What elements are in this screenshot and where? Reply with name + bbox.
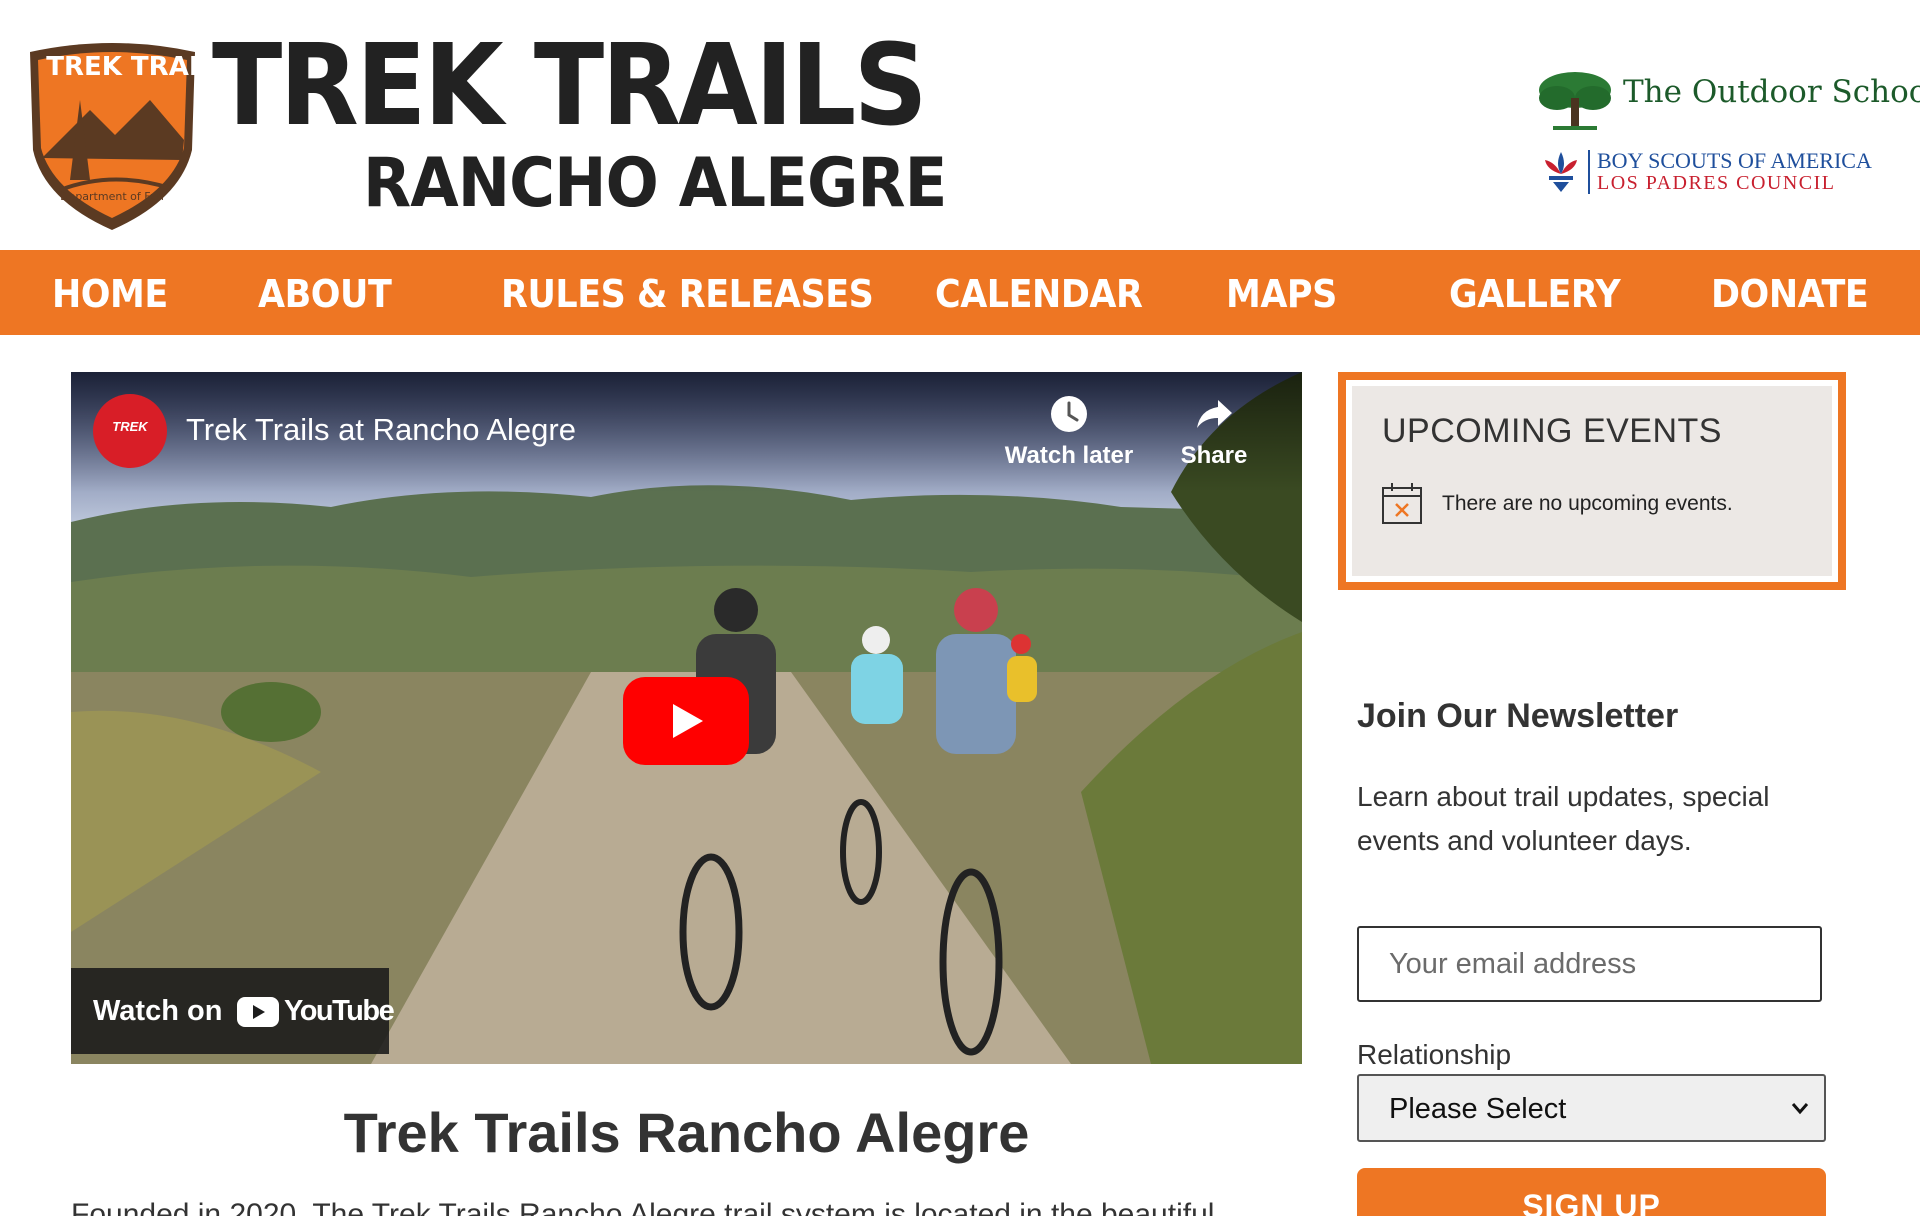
- newsletter-title: Join Our Newsletter: [1357, 697, 1679, 735]
- newsletter-description: Learn about trail updates, special event…: [1357, 781, 1770, 856]
- trek-trails-logo[interactable]: TREK TRAILS Department of Fun: [20, 40, 205, 232]
- partner-bsa-line1: BOY SCOUTS OF AMERICA: [1597, 148, 1872, 173]
- relationship-select[interactable]: Please Select: [1357, 1074, 1826, 1142]
- partner-bsa[interactable]: BOY SCOUTS OF AMERICA LOS PADRES COUNCIL: [1541, 148, 1901, 200]
- chevron-down-icon: [1791, 1103, 1809, 1115]
- events-panel: UPCOMING EVENTS There are no upcoming ev…: [1352, 386, 1832, 576]
- intro-paragraph: Founded in 2020, The Trek Trails Rancho …: [71, 1198, 1215, 1216]
- share-label: Share: [1180, 442, 1248, 469]
- watch-on-youtube-button[interactable]: Watch on YouTube: [71, 968, 395, 1054]
- email-field[interactable]: [1357, 926, 1822, 1002]
- events-empty-message: There are no upcoming events.: [1442, 492, 1733, 515]
- main-nav: HOME ABOUT RULES & RELEASES CALENDAR MAP…: [0, 250, 1920, 335]
- channel-badge-text: TREK: [112, 419, 148, 434]
- nav-item-donate[interactable]: DONATE: [1711, 250, 1869, 335]
- nav-item-calendar[interactable]: CALENDAR: [935, 250, 1143, 335]
- nav-item-home[interactable]: HOME: [52, 250, 168, 335]
- bsa-divider: [1588, 150, 1590, 194]
- play-icon: [673, 704, 703, 738]
- partner-bsa-line2: LOS PADRES COUNCIL: [1597, 172, 1836, 194]
- nav-item-maps[interactable]: MAPS: [1226, 250, 1337, 335]
- relationship-selected-value: Please Select: [1389, 1093, 1567, 1125]
- channel-avatar[interactable]: TREK: [93, 394, 167, 468]
- youtube-embed[interactable]: TREK Trek Trails at Rancho Alegre Watch …: [71, 372, 1302, 1064]
- watch-later-button[interactable]: Watch later: [999, 394, 1139, 470]
- share-button[interactable]: Share: [1144, 394, 1284, 470]
- watch-later-label: Watch later: [1004, 442, 1134, 469]
- tree-icon: [1539, 72, 1611, 130]
- brand-subtitle: RANCHO ALEGRE: [363, 144, 947, 223]
- nav-item-rules-releases[interactable]: RULES & RELEASES: [501, 250, 874, 335]
- calendar-empty-icon: [1382, 483, 1422, 524]
- site-header: TREK TRAILS Department of Fun TREK TRAIL…: [0, 0, 1920, 250]
- youtube-play-icon: [237, 997, 279, 1027]
- upcoming-events-widget: UPCOMING EVENTS There are no upcoming ev…: [1338, 372, 1846, 590]
- relationship-label: Relationship: [1357, 1039, 1512, 1070]
- brand-title[interactable]: TREK TRAILS: [212, 30, 928, 142]
- watch-on-label: Watch on: [93, 995, 223, 1027]
- logo-subtext: Department of Fun: [60, 190, 164, 203]
- video-title[interactable]: Trek Trails at Rancho Alegre: [186, 412, 576, 448]
- page-heading: Trek Trails Rancho Alegre: [343, 1101, 1030, 1164]
- partner-outdoor-label: The Outdoor School: [1623, 74, 1920, 110]
- fleur-de-lis-icon: [1545, 152, 1577, 192]
- nav-item-about[interactable]: ABOUT: [258, 250, 392, 335]
- signup-button[interactable]: SIGN UP: [1357, 1168, 1826, 1216]
- partner-outdoor-school[interactable]: The Outdoor School: [1535, 68, 1920, 138]
- share-icon: [1197, 400, 1232, 428]
- logo-text-line1: TREK TRAILS: [46, 52, 205, 82]
- youtube-wordmark: YouTube: [284, 995, 395, 1027]
- play-button[interactable]: [623, 677, 749, 765]
- clock-icon: [1051, 396, 1087, 432]
- events-title: UPCOMING EVENTS: [1382, 412, 1722, 450]
- nav-item-gallery[interactable]: GALLERY: [1449, 250, 1621, 335]
